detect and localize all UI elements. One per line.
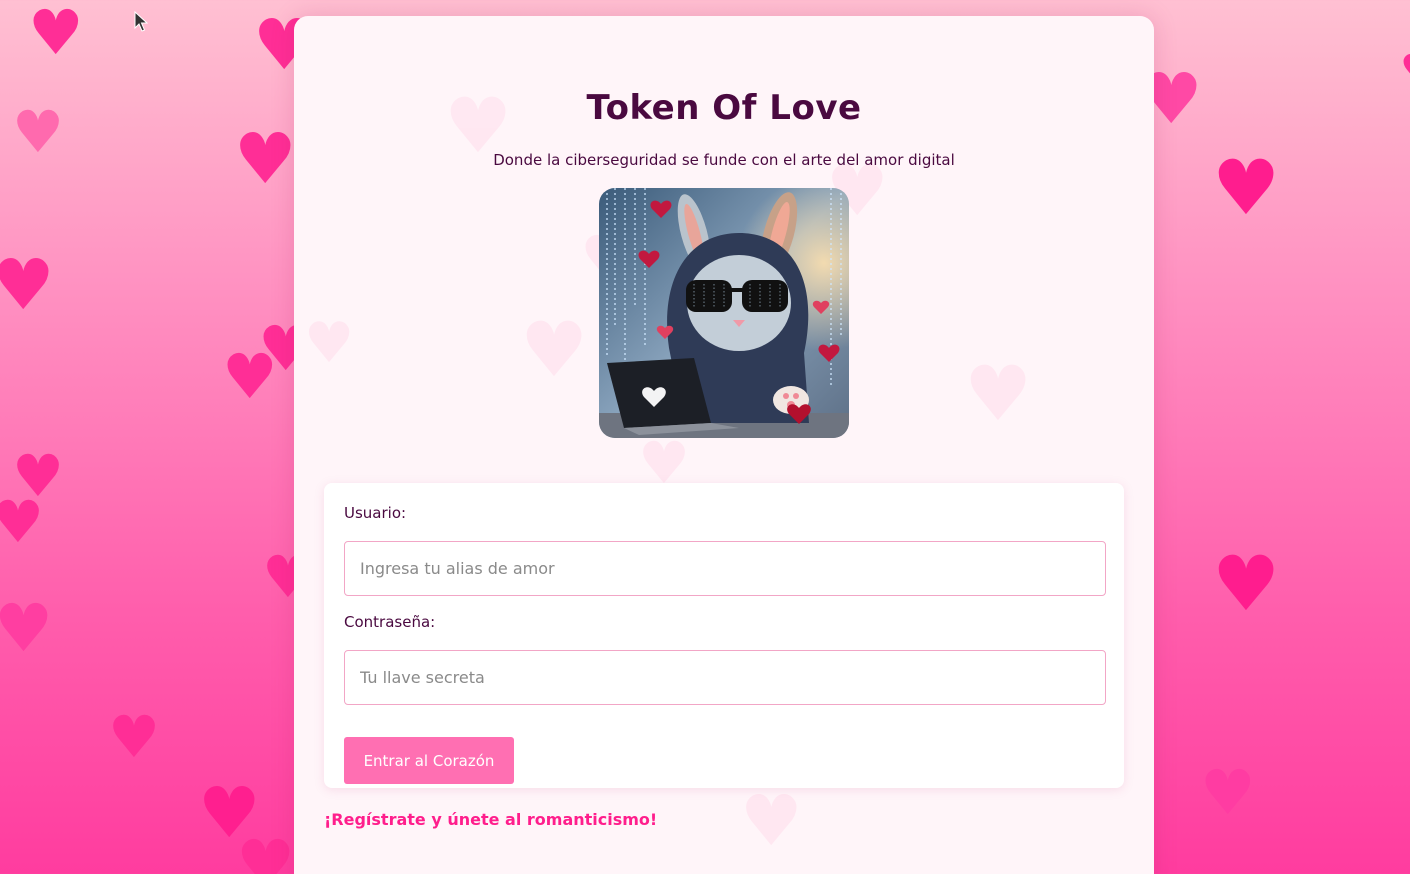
heart-icon: ♥	[0, 590, 54, 667]
login-form-card: Usuario: Contraseña: Entrar al Corazón	[324, 483, 1124, 788]
hero-bunny-illustration	[599, 188, 849, 438]
heart-icon: ♥	[740, 780, 803, 862]
username-input[interactable]	[344, 541, 1106, 596]
login-panel: ♥ ♥ ♥ ♥ ♥ ♥ ♥ ♥ Token Of Love Donde la c…	[294, 16, 1154, 874]
heart-icon: ♥	[304, 311, 355, 376]
heart-icon: ♥	[520, 305, 589, 394]
page-title: Token Of Love	[586, 88, 862, 128]
heart-icon: ♥	[964, 349, 1033, 438]
heart-icon: ♥	[0, 244, 55, 326]
heart-icon: ♥	[1212, 539, 1281, 628]
page-subtitle: Donde la ciberseguridad se funde con el …	[493, 151, 955, 169]
heart-icon: ♥	[236, 826, 296, 874]
heart-icon: ♥	[108, 703, 160, 771]
mouse-cursor-icon	[134, 11, 148, 32]
heart-icon: ♥	[1212, 143, 1281, 232]
password-label: Contraseña:	[344, 613, 436, 631]
password-input[interactable]	[344, 650, 1106, 705]
heart-icon: ♥	[28, 0, 84, 69]
username-label: Usuario:	[344, 504, 407, 522]
heart-icon: ♥	[1400, 50, 1410, 90]
login-button[interactable]: Entrar al Corazón	[344, 737, 514, 784]
register-link[interactable]: ¡Regístrate y únete al romanticismo!	[324, 810, 657, 829]
heart-icon: ♥	[222, 340, 278, 413]
heart-icon: ♥	[234, 118, 297, 200]
heart-icon: ♥	[1200, 756, 1256, 829]
heart-icon: ♥	[12, 98, 64, 166]
heart-icon: ♥	[0, 488, 44, 556]
